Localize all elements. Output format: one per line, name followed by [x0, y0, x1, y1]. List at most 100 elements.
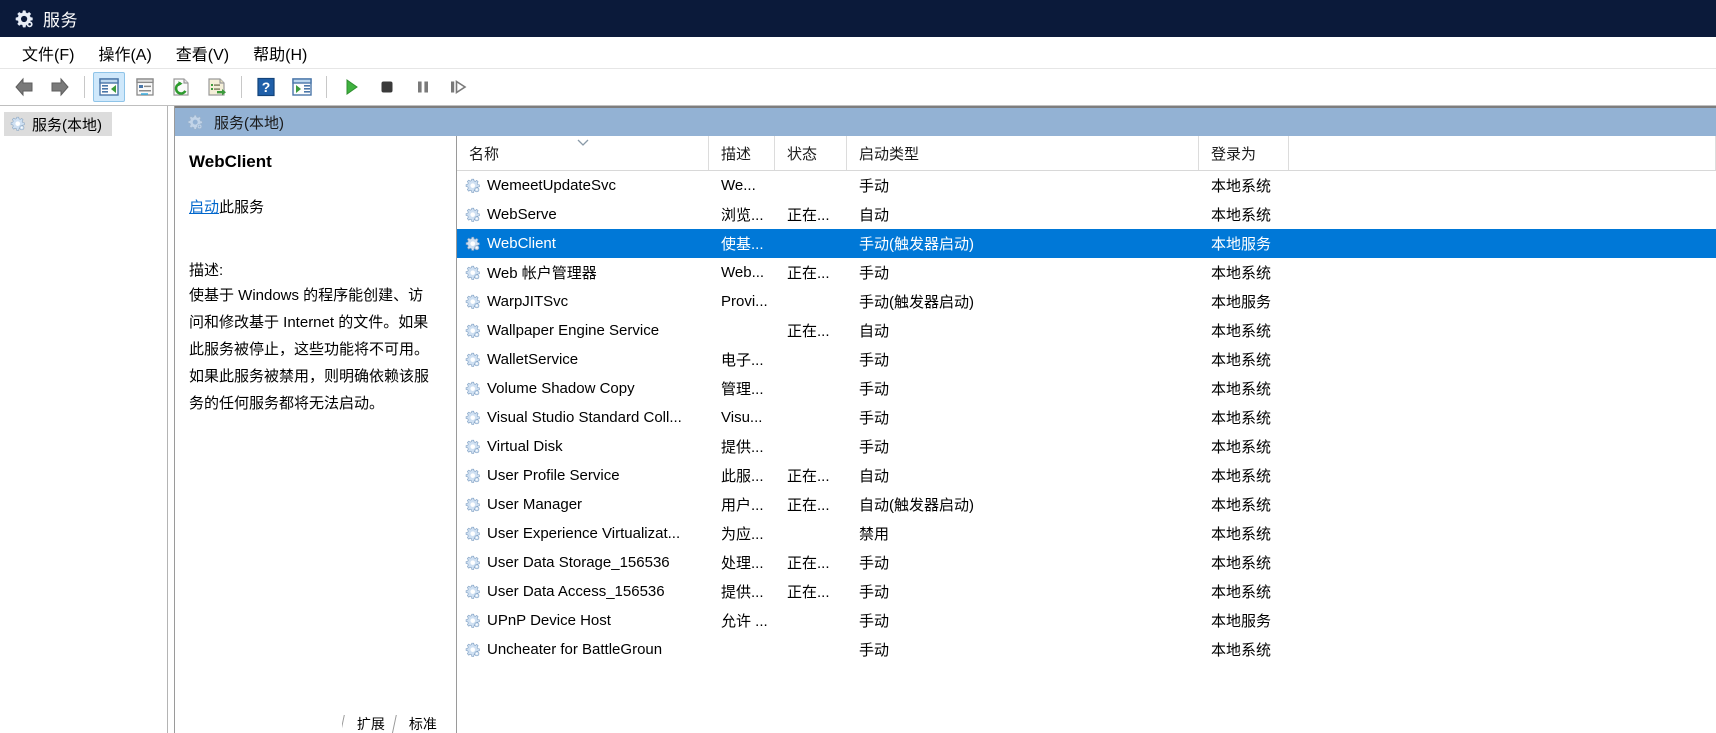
restart-service-icon[interactable]	[443, 72, 475, 102]
column-header-name[interactable]: 名称	[457, 136, 709, 170]
menu-view[interactable]: 查看(V)	[164, 39, 241, 67]
cell-service-name: Web 帐户管理器	[457, 262, 709, 283]
table-row[interactable]: WebClient 使基... 手动(触发器启动) 本地服务	[457, 229, 1716, 258]
table-row[interactable]: UPnP Device Host 允许 ... 手动 本地服务	[457, 606, 1716, 635]
cell-log-on-as: 本地系统	[1211, 555, 1272, 572]
column-header-description[interactable]: 描述	[709, 136, 775, 170]
cell-log-on-as: 本地服务	[1211, 294, 1272, 311]
start-service-suffix: 此服务	[219, 199, 265, 216]
cell-service-name: WebClient	[457, 235, 709, 252]
service-gear-icon	[465, 236, 480, 251]
cell-startup-type: 自动	[859, 468, 890, 485]
cell-description: We...	[721, 177, 756, 194]
service-gear-icon	[465, 468, 480, 483]
cell-log-on-as: 本地系统	[1211, 178, 1272, 195]
toolbar-separator	[84, 76, 85, 98]
cell-log-on-as: 本地系统	[1211, 468, 1272, 485]
menu-help[interactable]: 帮助(H)	[241, 39, 319, 67]
service-gear-icon	[465, 178, 480, 193]
services-list: 名称 描述 状态 启动类型 登录为 WemeetUpdateSvc We... …	[457, 136, 1716, 733]
cell-status: 正在...	[787, 207, 830, 224]
cell-description: 用户...	[721, 497, 764, 514]
pane-header-label: 服务(本地)	[214, 114, 284, 132]
back-arrow-icon[interactable]	[8, 72, 40, 102]
cell-service-name: UPnP Device Host	[457, 612, 709, 629]
title-bar: 服务	[0, 0, 1716, 37]
service-gear-icon	[465, 439, 480, 454]
stop-service-icon[interactable]	[371, 72, 403, 102]
tab-standard[interactable]: 标准	[391, 715, 446, 733]
show-hide-tree-icon[interactable]	[93, 72, 125, 102]
tree-node-services-local[interactable]: 服务(本地)	[4, 112, 112, 136]
properties-icon[interactable]	[129, 72, 161, 102]
cell-startup-type: 禁用	[859, 526, 890, 543]
cell-service-name: WalletService	[457, 351, 709, 368]
table-row[interactable]: User Data Storage_156536 处理... 正在... 手动 本地系统	[457, 548, 1716, 577]
menu-action[interactable]: 操作(A)	[86, 39, 163, 67]
table-row[interactable]: User Data Access_156536 提供... 正在... 手动 本地系统	[457, 577, 1716, 606]
cell-description: 允许 ...	[721, 613, 768, 630]
table-row[interactable]: WalletService 电子... 手动 本地系统	[457, 345, 1716, 374]
table-row[interactable]: Wallpaper Engine Service 正在... 自动 本地系统	[457, 316, 1716, 345]
export-list-icon[interactable]	[201, 72, 233, 102]
cell-log-on-as: 本地系统	[1211, 352, 1272, 369]
window-body: 服务(本地) 服务(本地) WebClient 启动此服务 描述: 使基于 Wi…	[0, 106, 1716, 733]
service-gear-icon	[465, 526, 480, 541]
column-header-name-label: 名称	[469, 145, 500, 163]
pause-service-icon[interactable]	[407, 72, 439, 102]
table-row[interactable]: User Experience Virtualizat... 为应... 禁用 本地系…	[457, 519, 1716, 548]
forward-arrow-icon[interactable]	[44, 72, 76, 102]
column-header-startup-type[interactable]: 启动类型	[847, 136, 1199, 170]
pane-header: 服务(本地)	[175, 106, 1716, 136]
cell-service-name: User Manager	[457, 496, 709, 513]
right-pane: 服务(本地) WebClient 启动此服务 描述: 使基于 Windows 的…	[168, 106, 1716, 733]
cell-description: 处理...	[721, 555, 764, 572]
start-service-icon[interactable]	[335, 72, 367, 102]
service-gear-icon	[465, 584, 480, 599]
cell-description: Provi...	[721, 293, 768, 310]
cell-startup-type: 自动	[859, 207, 890, 224]
cell-startup-type: 手动	[859, 439, 890, 456]
cell-description: 提供...	[721, 439, 764, 456]
refresh-icon[interactable]	[165, 72, 197, 102]
menu-file[interactable]: 文件(F)	[10, 39, 86, 67]
cell-service-name: WemeetUpdateSvc	[457, 177, 709, 194]
cell-service-name: User Data Storage_156536	[457, 554, 709, 571]
services-gear-icon	[10, 116, 25, 131]
show-action-pane-icon[interactable]	[286, 72, 318, 102]
tab-extended[interactable]: 扩展	[342, 715, 401, 733]
help-icon[interactable]: ?	[250, 72, 282, 102]
cell-log-on-as: 本地服务	[1211, 613, 1272, 630]
cell-service-name: WarpJITSvc	[457, 293, 709, 310]
cell-description: 浏览...	[721, 207, 764, 224]
table-row[interactable]: Volume Shadow Copy 管理... 手动 本地系统	[457, 374, 1716, 403]
table-row[interactable]: WemeetUpdateSvc We... 手动 本地系统	[457, 171, 1716, 200]
table-row[interactable]: User Profile Service 此服... 正在... 自动 本地系统	[457, 461, 1716, 490]
cell-status: 正在...	[787, 555, 830, 572]
table-row[interactable]: Visual Studio Standard Coll... Visu... 手动 本…	[457, 403, 1716, 432]
column-header-status[interactable]: 状态	[775, 136, 847, 170]
start-service-link[interactable]: 启动	[189, 199, 219, 216]
cell-status: 正在...	[787, 468, 830, 485]
table-row[interactable]: Virtual Disk 提供... 手动 本地系统	[457, 432, 1716, 461]
menu-bar: 文件(F) 操作(A) 查看(V) 帮助(H)	[0, 37, 1716, 69]
table-row[interactable]: User Manager 用户... 正在... 自动(触发器启动) 本地系统	[457, 490, 1716, 519]
cell-service-name: Volume Shadow Copy	[457, 380, 709, 397]
service-gear-icon	[465, 555, 480, 570]
cell-startup-type: 手动(触发器启动)	[859, 236, 974, 253]
cell-startup-type: 手动	[859, 381, 890, 398]
service-gear-icon	[465, 207, 480, 222]
cell-log-on-as: 本地系统	[1211, 410, 1272, 427]
table-row[interactable]: Web 帐户管理器 Web... 正在... 手动 本地系统	[457, 258, 1716, 287]
table-row[interactable]: Uncheater for BattleGroun 手动 本地系统	[457, 635, 1716, 664]
table-row[interactable]: WarpJITSvc Provi... 手动(触发器启动) 本地服务	[457, 287, 1716, 316]
table-row[interactable]: WebServe 浏览... 正在... 自动 本地系统	[457, 200, 1716, 229]
column-header-log-on-as[interactable]: 登录为	[1199, 136, 1289, 170]
cell-description: 提供...	[721, 584, 764, 601]
sort-ascending-icon	[577, 139, 588, 146]
toolbar: ?	[0, 69, 1716, 106]
cell-description: Web...	[721, 264, 765, 281]
view-tab-strip: 扩展 标准	[342, 715, 446, 733]
cell-startup-type: 自动(触发器启动)	[859, 497, 974, 514]
cell-description: Visu...	[721, 409, 763, 426]
